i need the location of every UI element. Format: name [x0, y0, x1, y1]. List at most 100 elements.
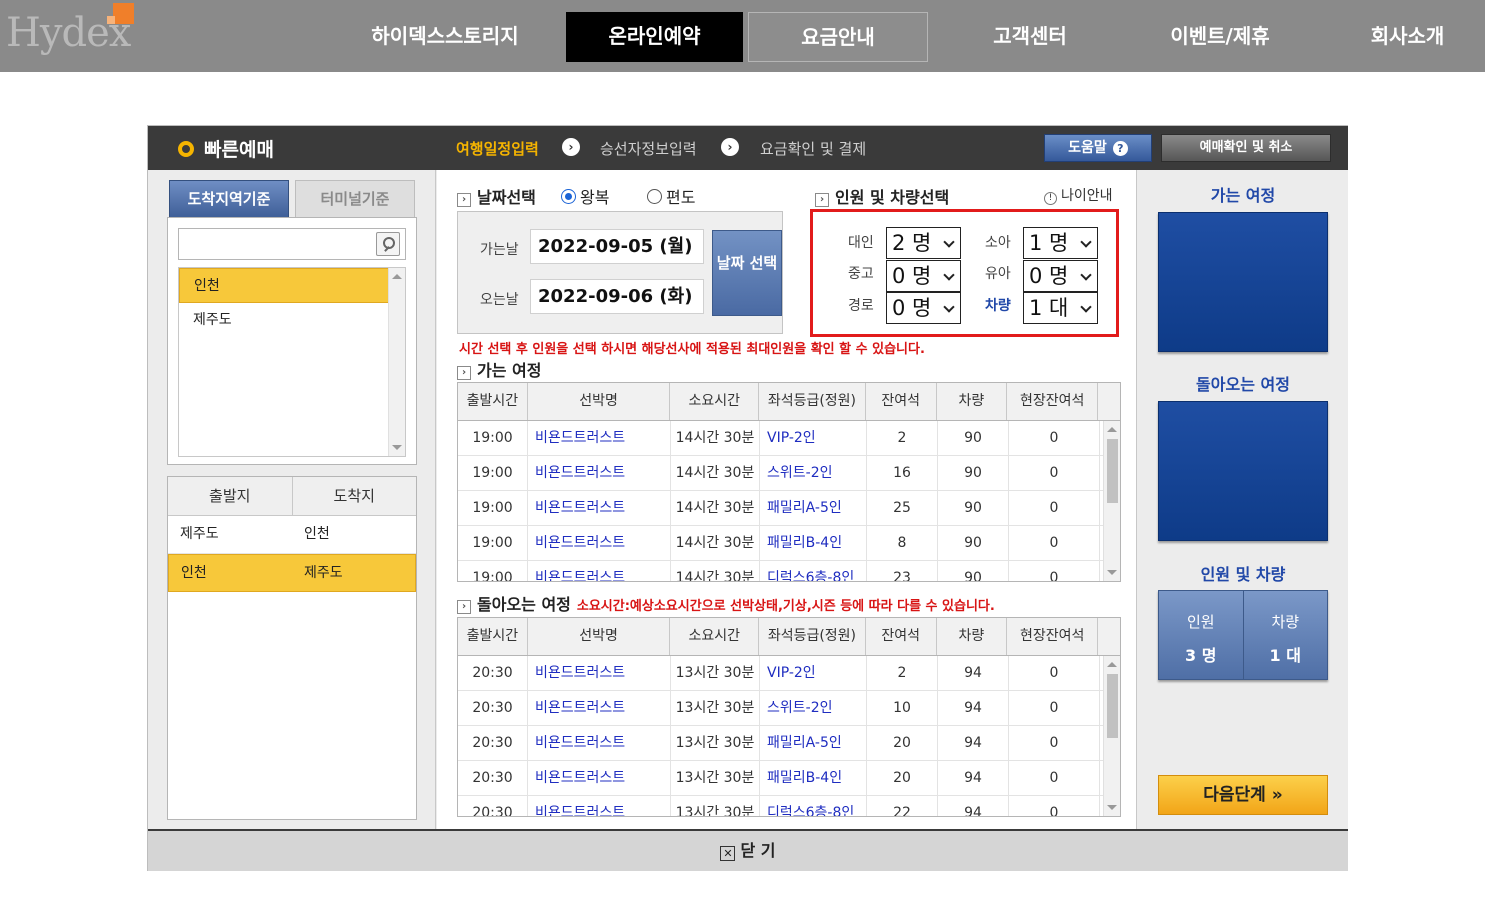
round-trip-radio[interactable]: 왕복	[561, 184, 609, 208]
region-item-jeju[interactable]: 제주도	[179, 303, 405, 338]
help-label: 도움말	[1068, 140, 1107, 156]
table-row[interactable]: 19:00 비욘드트러스트 14시간 30분 VIP-2인 2 90 0	[458, 421, 1104, 456]
cell-vehicles: 90	[938, 421, 1009, 455]
cell-seat-grade[interactable]: 스위트-2인	[760, 691, 867, 725]
table-row[interactable]: 20:30 비욘드트러스트 13시간 30분 VIP-2인 2 94 0	[458, 656, 1104, 691]
table-row[interactable]: 19:00 비욘드트러스트 14시간 30분 패밀리A-5인 25 90 0	[458, 491, 1104, 526]
booking-check-cancel-button[interactable]: 예매확인 및 취소	[1161, 134, 1331, 162]
scroll-down-icon[interactable]	[1107, 805, 1117, 810]
cell-seat-grade[interactable]: VIP-2인	[760, 656, 867, 690]
one-way-radio[interactable]: 편도	[647, 184, 695, 208]
help-button[interactable]: 도움말?	[1044, 134, 1152, 162]
route-row[interactable]: 제주도 인천	[168, 516, 416, 554]
quick-booking-popup: 빠른예매 여행일정입력 › 승선자정보입력 › 요금확인 및 결제 도움말? 예…	[147, 125, 1348, 871]
table-row[interactable]: 19:00 비욘드트러스트 14시간 30분 스위트-2인 16 90 0	[458, 456, 1104, 491]
nav-item-customer-center[interactable]: 고객센터	[945, 12, 1115, 62]
scroll-up-icon[interactable]	[1107, 662, 1117, 667]
cell-remaining-seats: 2	[867, 421, 938, 455]
cell-vehicles: 90	[938, 456, 1009, 490]
cell-ship-name[interactable]: 비욘드트러스트	[528, 761, 671, 795]
cell-seat-grade[interactable]: 디럭스6층-8인	[760, 796, 867, 816]
infant-label: 유아	[985, 266, 1011, 282]
section-arrow-icon: ›	[457, 366, 471, 380]
cell-onsite-seats: 0	[1009, 561, 1100, 581]
route-row-selected[interactable]: 인천 제주도	[168, 554, 416, 592]
scroll-thumb[interactable]	[1107, 674, 1118, 738]
child-count-select[interactable]: 1 명	[1023, 227, 1098, 259]
infant-count-select[interactable]: 0 명	[1023, 260, 1098, 292]
table-row[interactable]: 20:30 비욘드트러스트 13시간 30분 패밀리B-4인 20 94 0	[458, 761, 1104, 796]
cell-onsite-seats: 0	[1009, 726, 1100, 760]
adult-count-select[interactable]: 2 명	[886, 227, 961, 259]
chevron-down-icon	[1080, 236, 1092, 248]
table-row[interactable]: 20:30 비욘드트러스트 13시간 30분 패밀리A-5인 20 94 0	[458, 726, 1104, 761]
region-search-input[interactable]	[178, 228, 406, 260]
route-header: 출발지 도착지	[168, 477, 416, 516]
cell-ship-name[interactable]: 비욘드트러스트	[528, 561, 671, 581]
cell-seat-grade[interactable]: 패밀리A-5인	[760, 491, 867, 525]
cell-seat-grade[interactable]: 패밀리B-4인	[760, 526, 867, 560]
chevron-down-icon	[1080, 269, 1092, 281]
nav-item-events[interactable]: 이벤트/제휴	[1135, 12, 1305, 62]
nav-item-fares[interactable]: 요금안내	[748, 12, 928, 62]
inbound-title: 돌아오는 여정	[477, 595, 571, 614]
scroll-down-icon[interactable]	[1107, 570, 1117, 575]
close-bar[interactable]: ✕ 닫 기	[148, 829, 1348, 871]
people-label: 인원	[1186, 613, 1215, 631]
table-row[interactable]: 19:00 비욘드트러스트 14시간 30분 디럭스6층-8인 23 90 0	[458, 561, 1104, 581]
cell-duration: 13시간 30분	[671, 796, 760, 816]
col-seat-grade: 좌석등급(정원)	[759, 618, 866, 655]
region-item-incheon[interactable]: 인천	[179, 268, 405, 303]
cell-ship-name[interactable]: 비욘드트러스트	[528, 491, 671, 525]
table-row[interactable]: 19:00 비욘드트러스트 14시간 30분 패밀리B-4인 8 90 0	[458, 526, 1104, 561]
cell-ship-name[interactable]: 비욘드트러스트	[528, 726, 671, 760]
cell-depart-time: 20:30	[458, 656, 528, 690]
scroll-down-icon[interactable]	[392, 445, 402, 450]
region-scrollbar[interactable]	[388, 268, 405, 456]
depart-date-field[interactable]: 2022-09-05 (월)	[530, 229, 704, 264]
nav-item-online-booking[interactable]: 온라인예약	[566, 12, 743, 62]
outbound-scrollbar[interactable]	[1103, 421, 1120, 581]
return-date-field[interactable]: 2022-09-06 (화)	[530, 279, 704, 314]
cell-ship-name[interactable]: 비욘드트러스트	[528, 796, 671, 816]
car-count-select[interactable]: 1 대	[1023, 292, 1098, 324]
cell-onsite-seats: 0	[1009, 761, 1100, 795]
close-icon: ✕	[720, 846, 736, 861]
cell-seat-grade[interactable]: 패밀리B-4인	[760, 761, 867, 795]
inbound-scrollbar[interactable]	[1103, 656, 1120, 816]
cell-remaining-seats: 23	[867, 561, 938, 581]
cell-ship-name[interactable]: 비욘드트러스트	[528, 691, 671, 725]
senior-count-select[interactable]: 0 명	[886, 292, 961, 324]
age-info-link[interactable]: ! 나이안내	[1044, 185, 1113, 205]
next-step-button[interactable]: 다음단계 »	[1158, 775, 1328, 815]
cell-seat-grade[interactable]: VIP-2인	[760, 421, 867, 455]
age-info-label: 나이안내	[1061, 188, 1113, 204]
tab-arrival-region[interactable]: 도착지역기준	[169, 180, 289, 218]
nav-item-storage[interactable]: 하이덱스스토리지	[345, 12, 545, 62]
outbound-section-title: › 가는 여정	[457, 357, 541, 381]
scroll-up-icon[interactable]	[392, 274, 402, 279]
table-row[interactable]: 20:30 비욘드트러스트 13시간 30분 디럭스6층-8인 22 94 0	[458, 796, 1104, 816]
cell-ship-name[interactable]: 비욘드트러스트	[528, 421, 671, 455]
radio-checked-icon[interactable]	[561, 189, 576, 204]
scroll-up-icon[interactable]	[1107, 427, 1117, 432]
teen-count-select[interactable]: 0 명	[886, 260, 961, 292]
cell-seat-grade[interactable]: 디럭스6층-8인	[760, 561, 867, 581]
cell-ship-name[interactable]: 비욘드트러스트	[528, 526, 671, 560]
scroll-thumb[interactable]	[1107, 439, 1118, 503]
date-select-button[interactable]: 날짜 선택	[712, 230, 782, 316]
cell-seat-grade[interactable]: 스위트-2인	[760, 456, 867, 490]
tab-terminal[interactable]: 터미널기준	[295, 180, 415, 218]
nav-item-company[interactable]: 회사소개	[1325, 12, 1485, 62]
cell-seat-grade[interactable]: 패밀리A-5인	[760, 726, 867, 760]
table-row[interactable]: 20:30 비욘드트러스트 13시간 30분 스위트-2인 10 94 0	[458, 691, 1104, 726]
cell-remaining-seats: 20	[867, 761, 938, 795]
cell-remaining-seats: 22	[867, 796, 938, 816]
cell-ship-name[interactable]: 비욘드트러스트	[528, 456, 671, 490]
cell-ship-name[interactable]: 비욘드트러스트	[528, 656, 671, 690]
radio-unchecked-icon[interactable]	[647, 189, 662, 204]
logo-mark-icon	[107, 3, 134, 24]
outbound-schedule-table: 출발시간 선박명 소요시간 좌석등급(정원) 잔여석 차량 현장잔여석 19:0…	[457, 382, 1121, 582]
search-icon[interactable]	[376, 232, 400, 256]
col-depart-time: 출발시간	[458, 383, 528, 420]
